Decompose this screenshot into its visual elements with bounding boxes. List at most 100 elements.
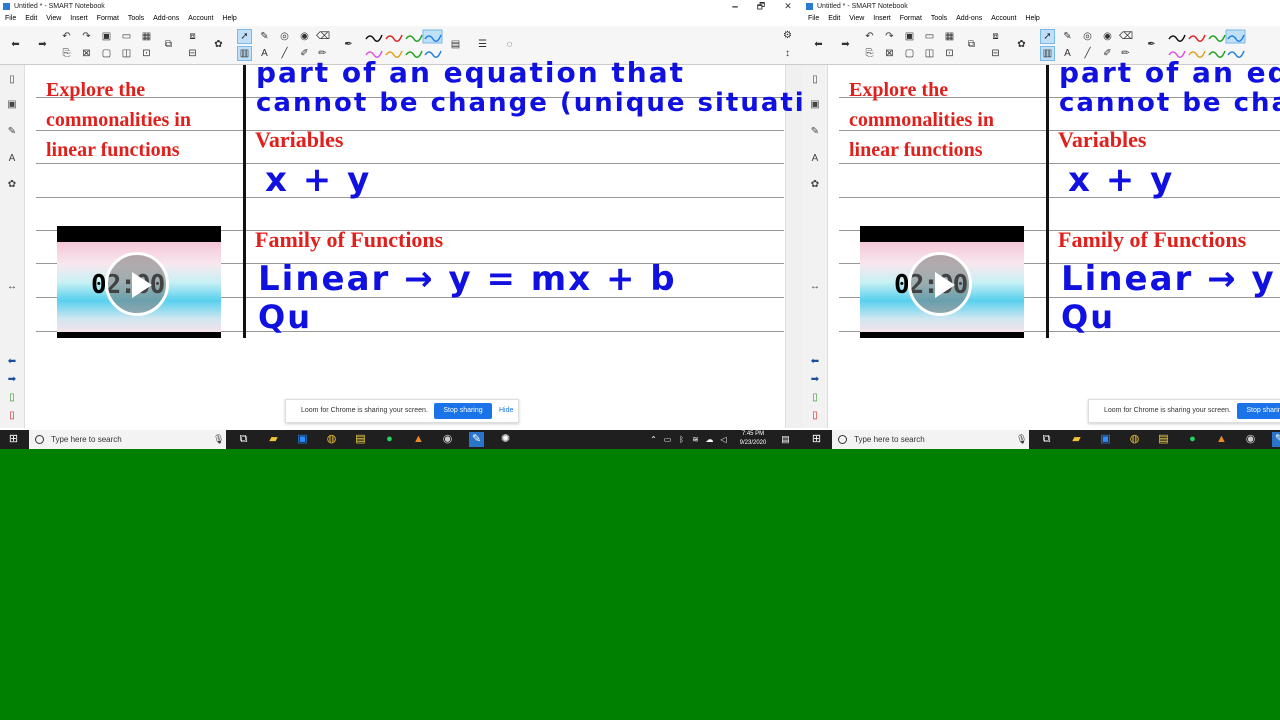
gallery-tab-icon[interactable]: ▣	[808, 98, 822, 112]
next-page-icon[interactable]: ➡	[5, 373, 19, 387]
delete-page-icon[interactable]: ▯	[5, 409, 19, 423]
zoom-icon[interactable]: ▣	[295, 432, 310, 447]
volume-icon[interactable]: ◁	[716, 432, 731, 447]
capture-icon[interactable]: ▢	[903, 47, 916, 60]
toolbar-move-icon[interactable]: ↕	[781, 47, 794, 60]
menu-insert[interactable]: Insert	[873, 15, 891, 22]
save-icon[interactable]: ▣	[903, 30, 916, 43]
undo-icon[interactable]: ↶	[60, 30, 73, 43]
obs-icon[interactable]: ◉	[1243, 432, 1258, 447]
menu-view[interactable]: View	[849, 15, 864, 22]
minimize-button[interactable]: 🗕	[726, 0, 744, 13]
panel-resize-icon[interactable]: ↔	[5, 280, 19, 294]
menu-help[interactable]: Help	[222, 15, 236, 22]
table-icon[interactable]: ▦	[943, 30, 956, 43]
capture-icon[interactable]: ▢	[100, 47, 113, 60]
document-camera-icon[interactable]: ◫	[923, 47, 936, 60]
eraser-icon[interactable]: ⌫	[316, 30, 330, 43]
stop-sharing-button[interactable]: Stop sharing	[434, 403, 492, 419]
menu-tools[interactable]: Tools	[931, 15, 947, 22]
smart-notebook-icon[interactable]: ✎	[469, 432, 484, 447]
pen-icon[interactable]: ✎	[258, 30, 271, 43]
wifi-icon[interactable]: ≋	[688, 432, 703, 447]
addons-tab-icon[interactable]: ✿	[5, 178, 19, 192]
microphone-icon[interactable]: 🎙	[1016, 430, 1027, 449]
next-page-icon[interactable]: ➡	[808, 373, 822, 387]
grid-icon[interactable]: ▥	[1040, 46, 1055, 61]
paste-icon[interactable]: ⎘	[863, 47, 876, 60]
microphone-icon[interactable]: 🎙	[213, 430, 224, 449]
properties-icon[interactable]: ⊟	[989, 47, 1002, 60]
prev-page-icon[interactable]: ⬅	[5, 355, 19, 369]
menu-edit[interactable]: Edit	[828, 15, 840, 22]
stop-sharing-button[interactable]: Stop sharing	[1237, 403, 1280, 419]
page-sorter-icon[interactable]: ⧈	[186, 30, 199, 43]
task-view-icon[interactable]: ⧉	[236, 432, 251, 447]
table-icon[interactable]: ▦	[140, 30, 153, 43]
file-explorer-icon[interactable]: ▰	[266, 432, 281, 447]
select-icon[interactable]: ➚	[1040, 29, 1055, 44]
addons-tab-icon[interactable]: ✿	[808, 178, 822, 192]
spotify-icon[interactable]: ●	[382, 432, 397, 447]
task-view-icon[interactable]: ⧉	[1039, 432, 1054, 447]
gallery-icon[interactable]: ✿	[1015, 38, 1028, 51]
delete-page-icon[interactable]: ▯	[808, 409, 822, 423]
menu-help[interactable]: Help	[1025, 15, 1039, 22]
vlc-icon[interactable]: ▲	[411, 432, 426, 447]
eraser-icon[interactable]: ⌫	[1119, 30, 1133, 43]
sticky-notes-icon[interactable]: ▤	[353, 432, 368, 447]
properties-tab-icon[interactable]: A	[5, 152, 19, 166]
pen-type-icon[interactable]: ✒	[342, 38, 355, 51]
line-style-icon[interactable]: ☰	[476, 38, 489, 51]
windows-start-icon[interactable]: ⊞	[6, 432, 21, 447]
gallery-icon[interactable]: ✿	[212, 38, 225, 51]
transparency-icon[interactable]: ◌	[503, 38, 516, 51]
restore-button[interactable]: 🗗	[752, 0, 770, 13]
document-camera-icon[interactable]: ◫	[120, 47, 133, 60]
back-arrow-icon[interactable]: ⬅	[812, 38, 825, 51]
back-arrow-icon[interactable]: ⬅	[9, 38, 22, 51]
loom-icon[interactable]: ✺	[498, 432, 513, 447]
view-screens-icon[interactable]: ⧉	[162, 38, 175, 51]
shapes-icon[interactable]: ◎	[278, 30, 291, 43]
view-screens-icon[interactable]: ⧉	[965, 38, 978, 51]
chrome-icon[interactable]: ◍	[324, 432, 339, 447]
system-tray-icons[interactable]: ⌃	[646, 432, 661, 447]
fullscreen-icon[interactable]: ⊡	[140, 47, 153, 60]
gallery-tab-icon[interactable]: ▣	[5, 98, 19, 112]
menu-file[interactable]: File	[5, 15, 16, 22]
menu-view[interactable]: View	[46, 15, 61, 22]
color-picker-icon[interactable]: ▤	[449, 38, 462, 51]
network-icon[interactable]: ▭	[660, 432, 675, 447]
add-page-icon[interactable]: ▯	[5, 391, 19, 405]
delete-icon[interactable]: ⊠	[80, 47, 93, 60]
attachments-tab-icon[interactable]: ✎	[5, 125, 19, 139]
forward-arrow-icon[interactable]: ➡	[839, 38, 852, 51]
select-icon[interactable]: ➚	[237, 29, 252, 44]
notifications-icon[interactable]: ▤	[778, 432, 793, 447]
menu-account[interactable]: Account	[991, 15, 1016, 22]
obs-icon[interactable]: ◉	[440, 432, 455, 447]
close-button[interactable]: ✕	[779, 0, 797, 13]
file-explorer-icon[interactable]: ▰	[1069, 432, 1084, 447]
screen-shade-icon[interactable]: ▭	[923, 30, 936, 43]
properties-icon[interactable]: ⊟	[186, 47, 199, 60]
taskbar-search[interactable]: Type here to search 🎙	[29, 430, 226, 449]
taskbar-search[interactable]: Type here to search 🎙	[832, 430, 1029, 449]
screen-shade-icon[interactable]: ▭	[120, 30, 133, 43]
video-player[interactable]: 02:00	[57, 226, 221, 338]
paste-icon[interactable]: ⎘	[60, 47, 73, 60]
menu-format[interactable]: Format	[97, 15, 119, 22]
video-player[interactable]: 02:00	[860, 226, 1024, 338]
fullscreen-icon[interactable]: ⊡	[943, 47, 956, 60]
play-icon[interactable]	[105, 252, 169, 316]
pen-type-icon[interactable]: ✒	[1145, 38, 1158, 51]
chrome-icon[interactable]: ◍	[1127, 432, 1142, 447]
windows-start-icon[interactable]: ⊞	[809, 432, 824, 447]
menu-file[interactable]: File	[808, 15, 819, 22]
redo-icon[interactable]: ↷	[883, 30, 896, 43]
delete-icon[interactable]: ⊠	[883, 47, 896, 60]
panel-resize-icon[interactable]: ↔	[808, 280, 822, 294]
sticky-notes-icon[interactable]: ▤	[1156, 432, 1171, 447]
smart-notebook-icon[interactable]: ✎	[1272, 432, 1280, 447]
